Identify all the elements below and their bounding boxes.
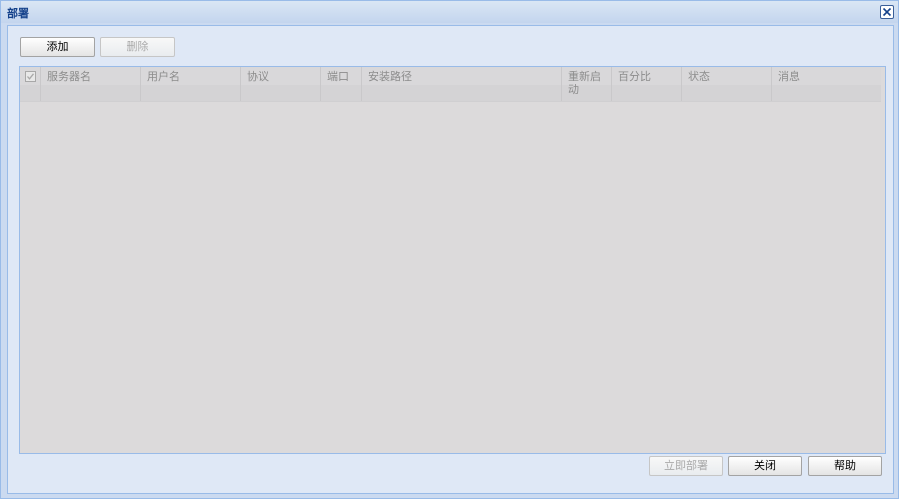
checkmark-icon — [27, 73, 35, 80]
close-icon — [882, 7, 892, 17]
column-server[interactable]: 服务器名 — [41, 67, 141, 101]
column-path-label: 安装路径 — [368, 70, 412, 83]
window-close-button[interactable] — [880, 5, 894, 19]
window-body: 添加 删除 服务器名 用户名 协议 端口 安装路径 重新启动 百分比 状态 消息… — [7, 25, 894, 494]
help-button[interactable]: 帮助 — [808, 456, 882, 476]
deploy-grid: 服务器名 用户名 协议 端口 安装路径 重新启动 百分比 状态 消息 — [19, 66, 886, 454]
column-message[interactable]: 消息 — [772, 67, 881, 101]
column-protocol[interactable]: 协议 — [241, 67, 321, 101]
column-user-label: 用户名 — [147, 70, 180, 83]
column-percent[interactable]: 百分比 — [612, 67, 682, 101]
window-titlebar[interactable]: 部署 — [1, 1, 898, 23]
add-button[interactable]: 添加 — [20, 37, 95, 57]
column-port-label: 端口 — [327, 70, 349, 83]
column-message-label: 消息 — [778, 70, 800, 83]
column-restart[interactable]: 重新启动 — [562, 67, 612, 101]
deploy-window: 部署 添加 删除 服务器名 用户名 协议 端口 安装路径 重新启动 百分比 状态… — [0, 0, 899, 499]
delete-button[interactable]: 删除 — [100, 37, 175, 57]
grid-header: 服务器名 用户名 协议 端口 安装路径 重新启动 百分比 状态 消息 — [20, 67, 881, 102]
window-title: 部署 — [7, 7, 29, 20]
column-status-label: 状态 — [688, 70, 710, 83]
select-all-checkbox[interactable] — [25, 71, 36, 82]
column-server-label: 服务器名 — [47, 70, 91, 83]
column-status[interactable]: 状态 — [682, 67, 772, 101]
column-percent-label: 百分比 — [618, 70, 651, 83]
column-protocol-label: 协议 — [247, 70, 269, 83]
column-select[interactable] — [20, 67, 41, 101]
column-port[interactable]: 端口 — [321, 67, 362, 101]
column-user[interactable]: 用户名 — [141, 67, 241, 101]
column-path[interactable]: 安装路径 — [362, 67, 562, 101]
deploy-now-button[interactable]: 立即部署 — [649, 456, 723, 476]
close-button[interactable]: 关闭 — [728, 456, 802, 476]
